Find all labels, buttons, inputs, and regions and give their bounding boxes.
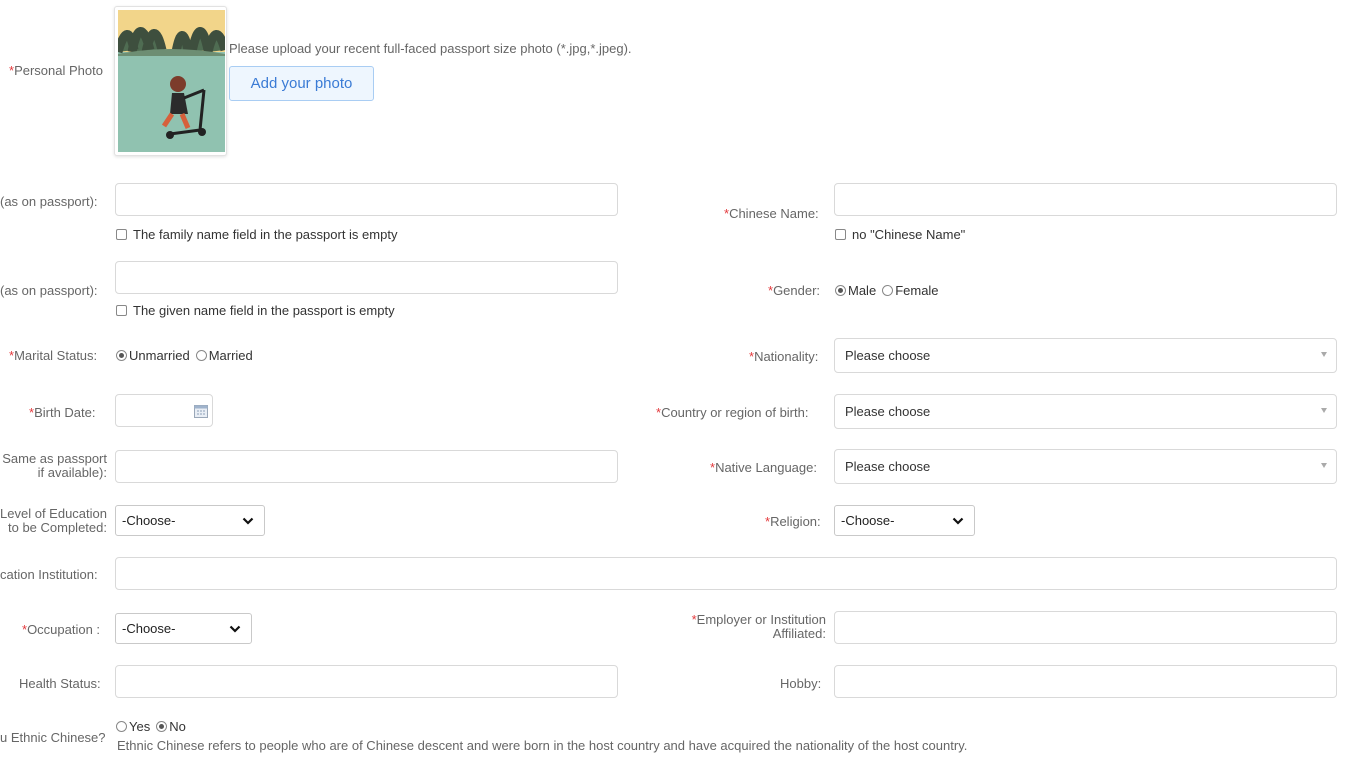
passport-field-label-line2: if available): — [37, 465, 107, 480]
occupation-select-value: -Choose- — [122, 621, 176, 636]
native-language-label: *Native Language: — [710, 460, 817, 475]
chevron-down-icon — [242, 517, 254, 525]
radio-icon — [835, 285, 846, 296]
religion-label: *Religion: — [765, 514, 821, 529]
family-name-empty-label: The family name field in the passport is… — [133, 227, 398, 242]
birth-date-input[interactable] — [115, 394, 213, 427]
hobby-input[interactable] — [834, 665, 1337, 698]
chevron-down-icon — [952, 517, 964, 525]
radio-icon — [882, 285, 894, 296]
gender-male-label: Male — [848, 283, 877, 298]
gender-label: *Gender: — [768, 283, 821, 298]
caret-down-icon — [1321, 463, 1327, 468]
marital-unmarried-radio[interactable]: Unmarried — [116, 348, 190, 363]
radio-icon — [195, 350, 207, 361]
education-level-label-line1: Level of Education — [0, 506, 107, 521]
family-name-empty-checkbox[interactable]: The family name field in the passport is… — [116, 227, 397, 242]
marital-married-label: Married — [208, 348, 253, 363]
ethnic-yes-radio[interactable]: Yes — [116, 719, 150, 734]
given-name-empty-checkbox[interactable]: The given name field in the passport is … — [116, 303, 395, 318]
education-institution-input[interactable] — [115, 557, 1337, 590]
birth-date-label: *Birth Date: — [29, 405, 96, 420]
employer-label: *Employer or Institution Affiliated: — [640, 613, 826, 641]
religion-select[interactable]: -Choose- — [834, 505, 975, 536]
gender-female-radio[interactable]: Female — [882, 283, 939, 298]
passport-field-label: Same as passport if available): — [0, 452, 107, 480]
birth-country-select-value: Please choose — [845, 404, 931, 419]
no-chinese-name-checkbox[interactable]: no "Chinese Name" — [835, 227, 965, 242]
chevron-down-icon — [229, 625, 241, 633]
occupation-label: *Occupation : — [22, 622, 101, 637]
education-level-select[interactable]: -Choose- — [115, 505, 265, 536]
nationality-select[interactable]: Please choose — [834, 338, 1337, 373]
birth-country-select[interactable]: Please choose — [834, 394, 1337, 429]
caret-down-icon — [1321, 408, 1327, 413]
employer-input[interactable] — [834, 611, 1337, 644]
add-photo-button[interactable]: Add your photo — [229, 66, 374, 101]
calendar-icon[interactable] — [194, 404, 208, 418]
employer-label-line1: Employer or Institution — [696, 612, 826, 627]
family-name-label: (as on passport): — [0, 194, 98, 209]
gender-male-radio[interactable]: Male — [835, 283, 876, 298]
photo-preview[interactable] — [114, 6, 227, 156]
checkbox-icon — [116, 305, 127, 316]
native-language-select[interactable]: Please choose — [834, 449, 1337, 484]
education-level-label: Level of Education to be Completed: — [0, 507, 107, 535]
placeholder-avatar-image — [118, 10, 225, 152]
chinese-name-label: *Chinese Name: — [724, 206, 819, 221]
given-name-empty-label: The given name field in the passport is … — [133, 303, 395, 318]
passport-field-input[interactable] — [115, 450, 618, 483]
nationality-label: *Nationality: — [749, 349, 819, 364]
health-status-input[interactable] — [115, 665, 618, 698]
health-status-label: Health Status: — [19, 676, 101, 691]
radio-icon — [116, 350, 127, 361]
occupation-select[interactable]: -Choose- — [115, 613, 252, 644]
passport-field-label-line1: Same as passport — [2, 451, 107, 466]
hobby-label: Hobby: — [780, 676, 822, 691]
employer-label-line2: Affiliated: — [772, 626, 826, 641]
nationality-select-value: Please choose — [845, 348, 931, 363]
radio-icon — [116, 721, 127, 732]
marital-married-radio[interactable]: Married — [195, 348, 253, 363]
ethnic-no-label: No — [169, 719, 186, 734]
gender-female-label: Female — [895, 283, 939, 298]
birth-country-label: *Country or region of birth: — [656, 405, 809, 420]
ethnic-no-radio[interactable]: No — [156, 719, 186, 734]
family-name-input[interactable] — [115, 183, 618, 216]
checkbox-icon — [835, 229, 846, 240]
given-name-label: (as on passport): — [0, 283, 98, 298]
education-level-label-line2: to be Completed: — [7, 520, 107, 535]
marital-radio-group: Unmarried Married — [116, 348, 259, 363]
ethnic-chinese-radio-group: Yes No — [116, 719, 192, 734]
personal-photo-label: *Personal Photo — [9, 63, 103, 78]
checkbox-icon — [116, 229, 127, 240]
native-language-select-value: Please choose — [845, 459, 931, 474]
no-chinese-name-label: no "Chinese Name" — [852, 227, 966, 242]
photo-upload-hint: Please upload your recent full-faced pas… — [229, 41, 632, 56]
add-photo-button-label: Add your photo — [250, 75, 353, 92]
education-level-select-value: -Choose- — [122, 513, 176, 528]
marital-unmarried-label: Unmarried — [129, 348, 190, 363]
education-institution-label: cation Institution: — [0, 567, 98, 582]
given-name-input[interactable] — [115, 261, 618, 294]
gender-radio-group: Male Female — [835, 283, 945, 298]
chinese-name-input[interactable] — [834, 183, 1337, 216]
caret-down-icon — [1321, 352, 1327, 357]
ethnic-yes-label: Yes — [129, 719, 151, 734]
religion-select-value: -Choose- — [841, 513, 895, 528]
ethnic-chinese-note: Ethnic Chinese refers to people who are … — [117, 738, 968, 753]
marital-status-label: *Marital Status: — [9, 348, 98, 363]
ethnic-chinese-label: u Ethnic Chinese? — [0, 730, 106, 745]
radio-icon — [156, 721, 168, 732]
